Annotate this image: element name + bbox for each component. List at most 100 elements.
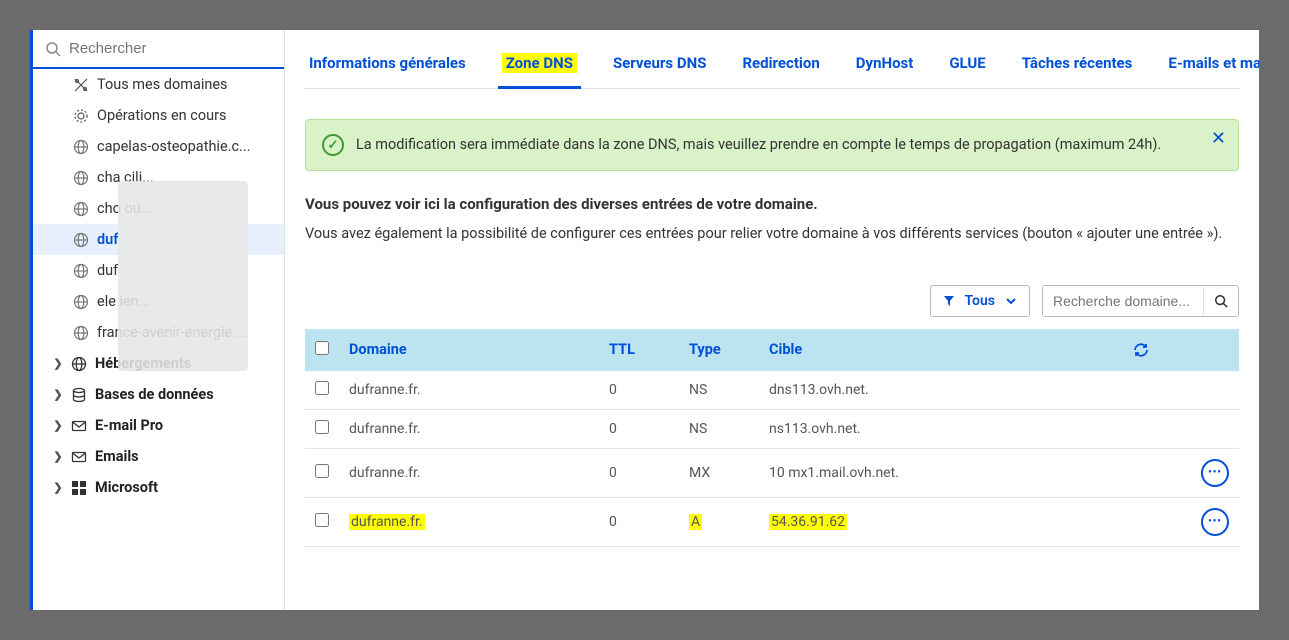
table-row: dufranne.fr.0MX10 mx1.mail.ovh.net.••• bbox=[305, 448, 1239, 497]
col-header-domain[interactable]: Domaine bbox=[339, 329, 599, 371]
sidebar-section[interactable]: ❯Emails bbox=[33, 441, 284, 472]
alert-success: ✓ La modification sera immédiate dans la… bbox=[305, 119, 1239, 171]
globe-icon bbox=[73, 201, 89, 217]
cell-ttl: 0 bbox=[599, 371, 679, 410]
chevron-right-icon: ❯ bbox=[53, 450, 63, 463]
col-header-target[interactable]: Cible bbox=[759, 329, 1123, 371]
section-icon bbox=[71, 418, 87, 434]
sidebar-tree: Tous mes domaines Opérations en cours ca… bbox=[33, 69, 284, 610]
col-header-type[interactable]: Type bbox=[679, 329, 759, 371]
filter-label: Tous bbox=[965, 293, 995, 309]
cell-type: NS bbox=[679, 409, 759, 448]
tree-label: france-avenir-energie.... bbox=[97, 324, 274, 341]
chevron-right-icon: ❯ bbox=[53, 481, 63, 494]
sidebar-section[interactable]: ❯Hébergements bbox=[33, 348, 284, 379]
search-icon bbox=[45, 41, 61, 57]
filter-icon bbox=[943, 295, 955, 307]
sidebar-item-all-domains[interactable]: Tous mes domaines bbox=[33, 69, 284, 100]
cell-target: 10 mx1.mail.ovh.net. bbox=[759, 448, 1123, 497]
select-all-checkbox[interactable] bbox=[315, 341, 329, 355]
row-actions-button[interactable]: ••• bbox=[1201, 508, 1229, 536]
cell-domain: dufranne.fr. bbox=[339, 448, 599, 497]
cell-ttl: 0 bbox=[599, 409, 679, 448]
chevron-down-icon bbox=[1005, 295, 1017, 307]
globe-icon bbox=[73, 232, 89, 248]
sidebar: Tous mes domaines Opérations en cours ca… bbox=[33, 30, 285, 610]
tab[interactable]: Zone DNS bbox=[498, 48, 581, 89]
tabs-bar: Informations générales Zone DNS Serveurs D… bbox=[305, 30, 1239, 89]
cell-ttl: 0 bbox=[599, 497, 679, 546]
globe-icon bbox=[73, 294, 89, 310]
tree-label: ele ien... bbox=[97, 293, 274, 310]
sidebar-section[interactable]: ❯ Bases de données bbox=[33, 379, 284, 410]
tree-label: cho ou... bbox=[97, 200, 274, 217]
sidebar-item-operations[interactable]: Opérations en cours bbox=[33, 100, 284, 131]
table-row: dufranne.fr.0A54.36.91.62••• bbox=[305, 497, 1239, 546]
sidebar-item-domain[interactable]: ele ien... bbox=[33, 286, 284, 317]
sidebar-search[interactable] bbox=[33, 30, 284, 69]
dns-table: Domaine TTL Type Cible dufranne.fr.0NSdn… bbox=[305, 329, 1239, 547]
filter-dropdown[interactable]: Tous bbox=[930, 285, 1030, 317]
row-checkbox[interactable] bbox=[315, 513, 329, 527]
cell-type: MX bbox=[679, 448, 759, 497]
cell-actions bbox=[1123, 371, 1239, 410]
section-icon bbox=[71, 449, 87, 465]
sidebar-item-domain[interactable]: cha cili... bbox=[33, 162, 284, 193]
tree-label: Tous mes domaines bbox=[97, 76, 274, 93]
search-domain-input[interactable] bbox=[1043, 286, 1203, 316]
tab[interactable]: E-mails et mai bbox=[1164, 48, 1259, 88]
cell-target: ns113.ovh.net. bbox=[759, 409, 1123, 448]
sidebar-item-domain[interactable]: capelas-osteopathie.c... bbox=[33, 131, 284, 162]
cell-target: 54.36.91.62 bbox=[759, 497, 1123, 546]
cell-actions: ••• bbox=[1123, 448, 1239, 497]
tab[interactable]: DynHost bbox=[852, 48, 918, 88]
app-window: Tous mes domaines Opérations en cours ca… bbox=[30, 30, 1259, 610]
search-input[interactable] bbox=[69, 40, 272, 57]
tab[interactable]: Serveurs DNS bbox=[609, 48, 710, 88]
description-text: Vous avez également la possibilité de co… bbox=[305, 223, 1239, 245]
globe-icon bbox=[73, 139, 89, 155]
tab[interactable]: GLUE bbox=[945, 48, 989, 88]
gear-icon bbox=[73, 108, 89, 124]
sidebar-section[interactable]: ❯E-mail Pro bbox=[33, 410, 284, 441]
tree-label: duf bbox=[97, 262, 274, 279]
sidebar-item-domain[interactable]: france-avenir-energie.... bbox=[33, 317, 284, 348]
table-row: dufranne.fr.0NSns113.ovh.net. bbox=[305, 409, 1239, 448]
globe-icon bbox=[73, 325, 89, 341]
chevron-right-icon: ❯ bbox=[53, 357, 63, 370]
cell-type: NS bbox=[679, 371, 759, 410]
chevron-right-icon: ❯ bbox=[53, 388, 63, 401]
section-icon bbox=[71, 387, 87, 403]
search-domain-box bbox=[1042, 285, 1239, 317]
col-header-ttl[interactable]: TTL bbox=[599, 329, 679, 371]
tree-label: Bases de données bbox=[95, 386, 274, 403]
search-button[interactable] bbox=[1203, 287, 1238, 315]
tree-label: E-mail Pro bbox=[95, 417, 274, 434]
sidebar-item-domain[interactable]: duf bbox=[33, 255, 284, 286]
globe-icon bbox=[73, 263, 89, 279]
alert-text: La modification sera immédiate dans la z… bbox=[356, 134, 1161, 156]
sidebar-item-domain[interactable]: cho ou... bbox=[33, 193, 284, 224]
tab[interactable]: Redirection bbox=[738, 48, 823, 88]
row-checkbox[interactable] bbox=[315, 381, 329, 395]
section-icon bbox=[71, 480, 87, 496]
tab[interactable]: Tâches récentes bbox=[1018, 48, 1137, 88]
section-icon bbox=[71, 356, 87, 372]
check-icon: ✓ bbox=[322, 134, 344, 156]
tree-label: Microsoft bbox=[95, 479, 274, 496]
close-icon[interactable]: ✕ bbox=[1211, 128, 1226, 149]
main-content: Informations générales Zone DNS Serveurs D… bbox=[285, 30, 1259, 610]
table-row: dufranne.fr.0NSdns113.ovh.net. bbox=[305, 371, 1239, 410]
row-actions-button[interactable]: ••• bbox=[1201, 459, 1229, 487]
sidebar-item-domain[interactable]: duf bbox=[33, 224, 284, 255]
tab[interactable]: Informations générales bbox=[305, 48, 470, 88]
cell-domain: dufranne.fr. bbox=[339, 409, 599, 448]
sidebar-section[interactable]: ❯ Microsoft bbox=[33, 472, 284, 503]
cell-actions bbox=[1123, 409, 1239, 448]
tree-label: capelas-osteopathie.c... bbox=[97, 138, 274, 155]
refresh-icon[interactable] bbox=[1133, 342, 1229, 358]
row-checkbox[interactable] bbox=[315, 420, 329, 434]
description-heading: Vous pouvez voir ici la configuration de… bbox=[305, 195, 1239, 213]
table-header-row: Domaine TTL Type Cible bbox=[305, 329, 1239, 371]
row-checkbox[interactable] bbox=[315, 464, 329, 478]
